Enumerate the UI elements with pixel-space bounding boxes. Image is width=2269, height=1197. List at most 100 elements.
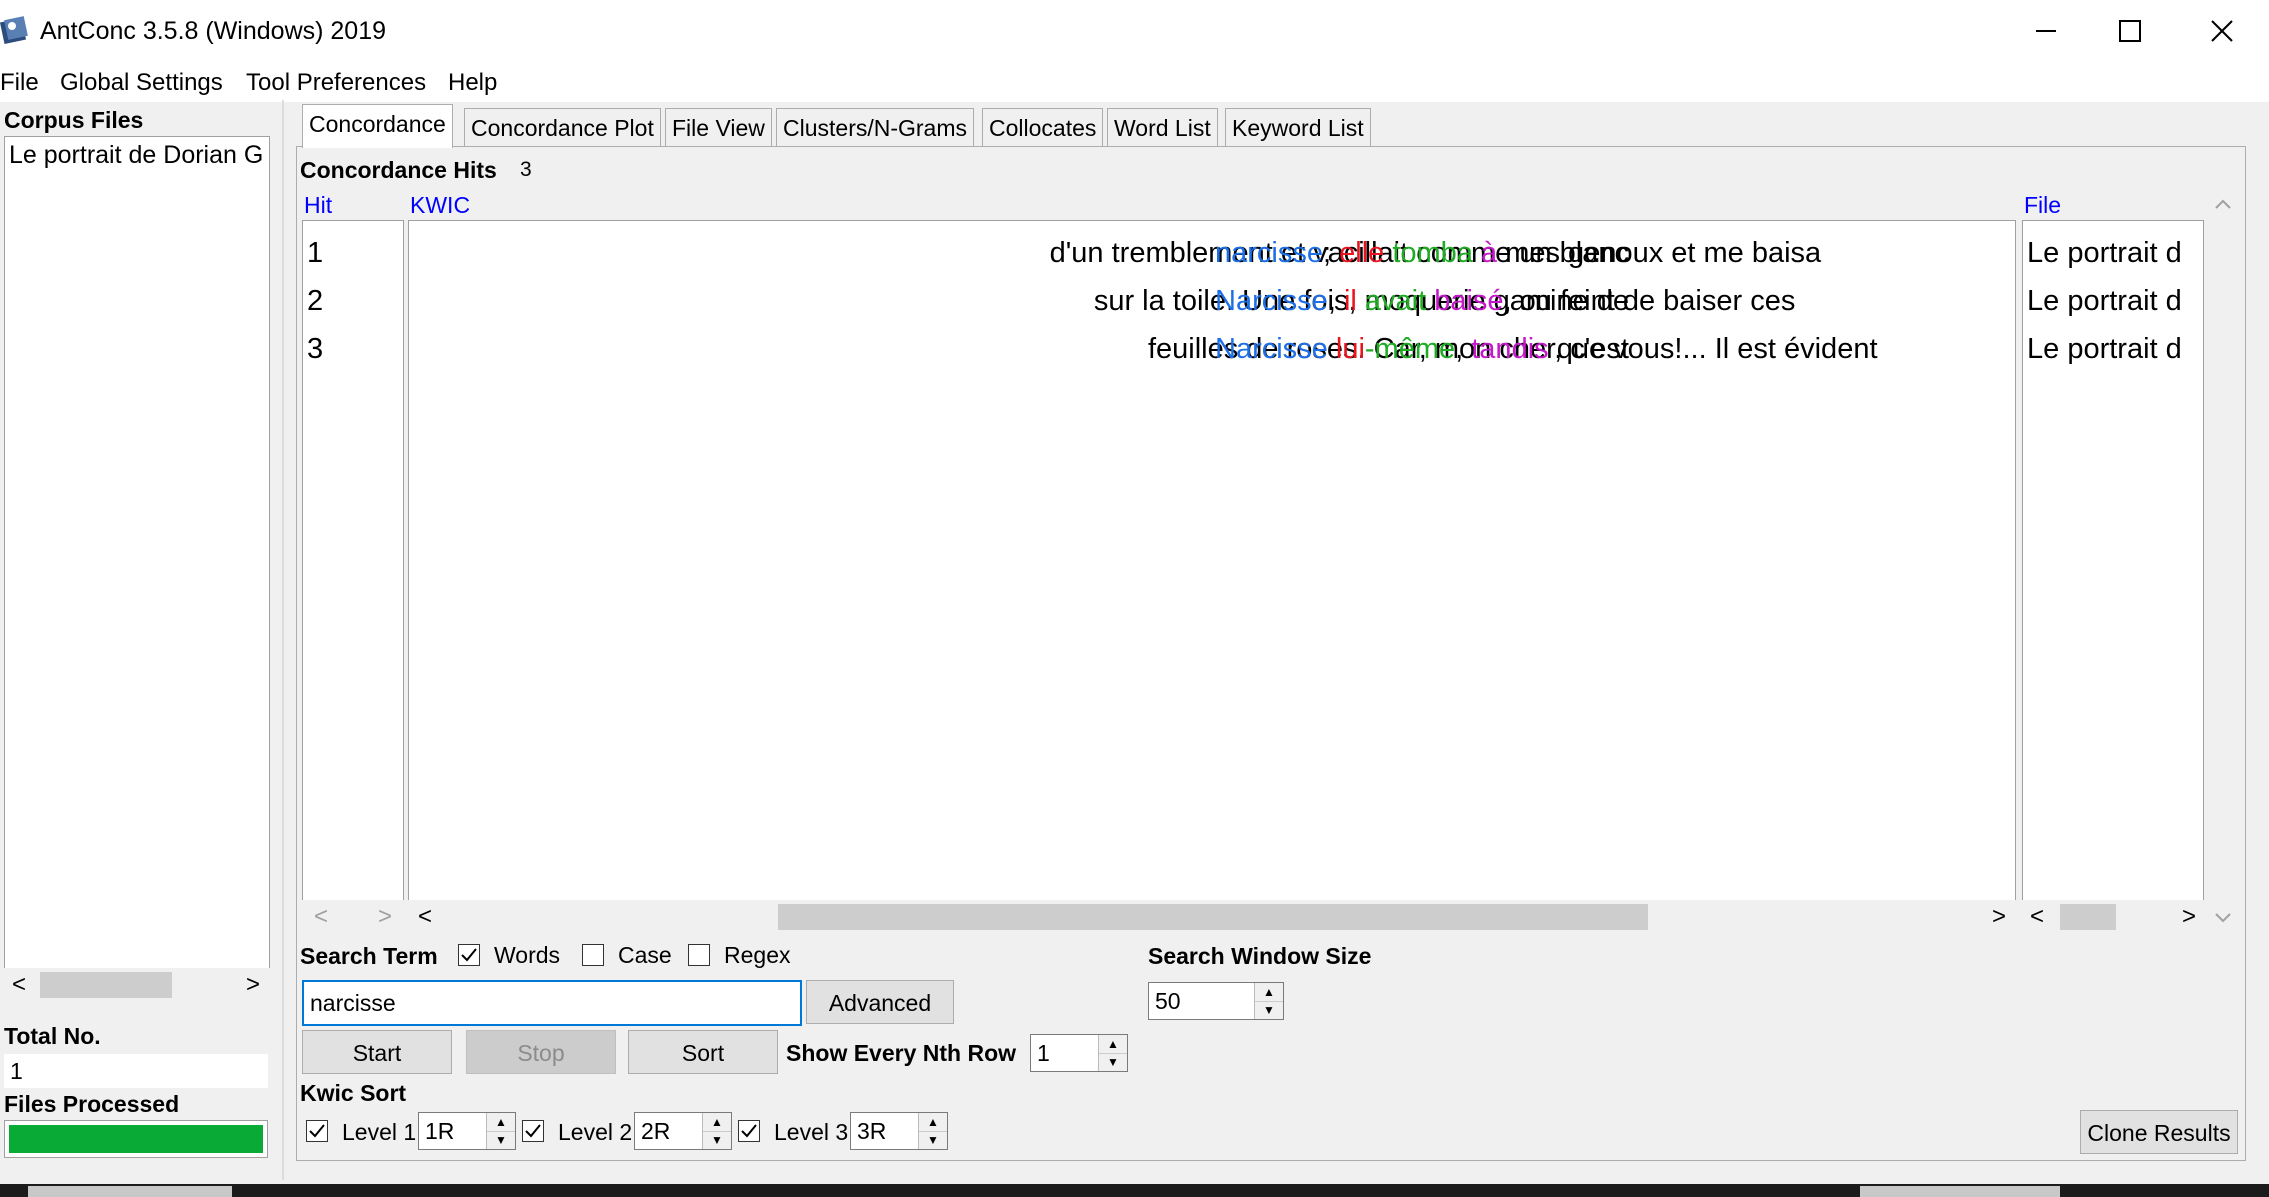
hit-number: 3 bbox=[307, 333, 324, 365]
kwic-rest: que vous!... Il est évident bbox=[1556, 333, 1878, 365]
column-header-kwic[interactable]: KWIC bbox=[410, 192, 470, 219]
tab-word-list[interactable]: Word List bbox=[1107, 108, 1218, 146]
kwic-row-right: Narcisse, il avait baisé, ou feint de ba… bbox=[1215, 281, 1795, 321]
spin-up-icon[interactable]: ▲ bbox=[919, 1113, 947, 1132]
scroll-right-icon[interactable]: > bbox=[1992, 900, 2006, 934]
level-3-checkbox[interactable] bbox=[738, 1120, 760, 1142]
scroll-thumb[interactable] bbox=[778, 904, 1648, 930]
file-name-cell: Le portrait d bbox=[2027, 333, 2182, 365]
kwic-hscrollbar[interactable]: < > bbox=[408, 900, 2016, 934]
spin-down-icon[interactable]: ▼ bbox=[919, 1131, 947, 1149]
spin-up-icon[interactable]: ▲ bbox=[1255, 983, 1283, 1002]
tab-concordance-plot[interactable]: Concordance Plot bbox=[464, 108, 661, 146]
scroll-thumb[interactable] bbox=[2060, 904, 2116, 930]
kwic-rest: mes genoux et me baisa bbox=[1505, 237, 1822, 269]
spin-down-icon[interactable]: ▼ bbox=[703, 1131, 731, 1149]
nth-row-spinner[interactable]: 1 ▲ ▼ bbox=[1030, 1034, 1128, 1072]
corpus-file-item[interactable]: Le portrait de Dorian G bbox=[9, 141, 263, 170]
kwic-punct: ; bbox=[1323, 237, 1332, 269]
progress-fill bbox=[9, 1125, 263, 1153]
spin-down-icon[interactable]: ▼ bbox=[1255, 1001, 1283, 1019]
kwic-punct: , bbox=[1327, 285, 1336, 317]
corpus-files-list[interactable]: Le portrait de Dorian G bbox=[4, 136, 270, 970]
scroll-right-icon[interactable]: > bbox=[246, 968, 260, 1002]
scroll-down-icon[interactable] bbox=[2214, 912, 2232, 924]
words-checkbox[interactable] bbox=[458, 944, 480, 966]
scroll-up-icon[interactable] bbox=[2214, 198, 2232, 210]
total-no-label: Total No. bbox=[4, 1023, 101, 1049]
kwic-r3: tandis bbox=[1471, 333, 1549, 365]
spin-down-icon[interactable]: ▼ bbox=[1099, 1053, 1127, 1071]
menu-global-settings[interactable]: Global Settings bbox=[60, 68, 223, 98]
minimize-button[interactable] bbox=[2000, 0, 2092, 62]
menu-tool-preferences[interactable]: Tool Preferences bbox=[246, 68, 426, 98]
start-button[interactable]: Start bbox=[302, 1030, 452, 1074]
scroll-right-icon[interactable]: > bbox=[378, 900, 392, 934]
kwic-keyword: narcisse bbox=[1215, 237, 1323, 269]
kwic-sort-label: Kwic Sort bbox=[300, 1080, 407, 1106]
antconc-app-icon bbox=[0, 14, 30, 48]
level-1-spinner[interactable]: 1R ▲ ▼ bbox=[418, 1112, 516, 1150]
maximize-button[interactable] bbox=[2084, 0, 2176, 62]
spinner-buttons[interactable]: ▲ ▼ bbox=[918, 1113, 947, 1149]
hit-hscrollbar[interactable]: < > bbox=[302, 900, 404, 934]
corpus-files-hscrollbar[interactable]: < > bbox=[4, 968, 270, 1002]
spinner-buttons[interactable]: ▲ ▼ bbox=[486, 1113, 515, 1149]
file-column-pane[interactable]: Le portrait d Le portrait d Le portrait … bbox=[2022, 220, 2204, 902]
spin-up-icon[interactable]: ▲ bbox=[1099, 1035, 1127, 1054]
tab-clusters-ngrams[interactable]: Clusters/N-Grams bbox=[776, 108, 975, 146]
kwic-r2: -même bbox=[1364, 333, 1456, 365]
level-2-value: 2R bbox=[641, 1118, 671, 1144]
level-1-checkbox[interactable] bbox=[306, 1120, 328, 1142]
search-term-input[interactable]: narcisse bbox=[302, 980, 802, 1026]
kwic-r1: lui bbox=[1335, 333, 1365, 365]
words-label: Words bbox=[494, 942, 561, 968]
results-vscrollbar[interactable] bbox=[2206, 190, 2240, 932]
tab-file-view[interactable]: File View bbox=[665, 108, 772, 146]
level-3-spinner[interactable]: 3R ▲ ▼ bbox=[850, 1112, 948, 1150]
column-header-hit[interactable]: Hit bbox=[304, 192, 332, 219]
level-2-spinner[interactable]: 2R ▲ ▼ bbox=[634, 1112, 732, 1150]
kwic-column-pane[interactable]: d'un tremblement et vacillait comme un b… bbox=[408, 220, 2016, 902]
spin-up-icon[interactable]: ▲ bbox=[487, 1113, 515, 1132]
spin-down-icon[interactable]: ▼ bbox=[487, 1131, 515, 1149]
stop-button[interactable]: Stop bbox=[466, 1030, 616, 1074]
files-processed-label: Files Processed bbox=[4, 1091, 180, 1117]
regex-checkbox[interactable] bbox=[688, 944, 710, 966]
spinner-buttons[interactable]: ▲ ▼ bbox=[702, 1113, 731, 1149]
case-checkbox[interactable] bbox=[582, 944, 604, 966]
spinner-buttons[interactable]: ▲ ▼ bbox=[1254, 983, 1283, 1019]
tab-collocates[interactable]: Collocates bbox=[982, 108, 1104, 146]
column-header-file[interactable]: File bbox=[2024, 192, 2061, 219]
close-button[interactable] bbox=[2176, 0, 2268, 62]
hit-column-pane[interactable]: 1 2 3 bbox=[302, 220, 404, 902]
advanced-button[interactable]: Advanced bbox=[806, 980, 954, 1024]
search-term-label: Search Term bbox=[300, 943, 438, 969]
scroll-left-icon[interactable]: < bbox=[418, 900, 432, 934]
scroll-left-icon[interactable]: < bbox=[12, 968, 26, 1002]
panel-divider[interactable] bbox=[282, 100, 284, 1180]
menu-file[interactable]: File bbox=[0, 68, 39, 98]
kwic-r2: tomba bbox=[1392, 237, 1473, 269]
show-nth-row-label: Show Every Nth Row bbox=[786, 1040, 1017, 1066]
spinner-buttons[interactable]: ▲ ▼ bbox=[1098, 1035, 1127, 1071]
level-2-label: Level 2 bbox=[558, 1119, 633, 1145]
tab-keyword-list[interactable]: Keyword List bbox=[1225, 108, 1371, 146]
search-window-size-spinner[interactable]: 50 ▲ ▼ bbox=[1148, 982, 1284, 1020]
scroll-right-icon[interactable]: > bbox=[2182, 900, 2196, 934]
menu-help[interactable]: Help bbox=[448, 68, 497, 98]
concordance-hits-label: Concordance Hits bbox=[300, 157, 497, 183]
kwic-keyword: Narcisse bbox=[1215, 333, 1328, 365]
level-2-checkbox[interactable] bbox=[522, 1120, 544, 1142]
scroll-left-icon[interactable]: < bbox=[314, 900, 328, 934]
kwic-r1: elle bbox=[1339, 237, 1385, 269]
tab-concordance[interactable]: Concordance bbox=[302, 104, 453, 148]
scroll-left-icon[interactable]: < bbox=[2030, 900, 2044, 934]
spin-up-icon[interactable]: ▲ bbox=[703, 1113, 731, 1132]
file-hscrollbar[interactable]: < > bbox=[2022, 900, 2206, 934]
hit-number: 2 bbox=[307, 285, 324, 317]
menu-bar: File Global Settings Tool Preferences He… bbox=[0, 62, 2269, 102]
sort-button[interactable]: Sort bbox=[628, 1030, 778, 1074]
scroll-thumb[interactable] bbox=[40, 972, 172, 998]
clone-results-button[interactable]: Clone Results bbox=[2080, 1110, 2238, 1154]
